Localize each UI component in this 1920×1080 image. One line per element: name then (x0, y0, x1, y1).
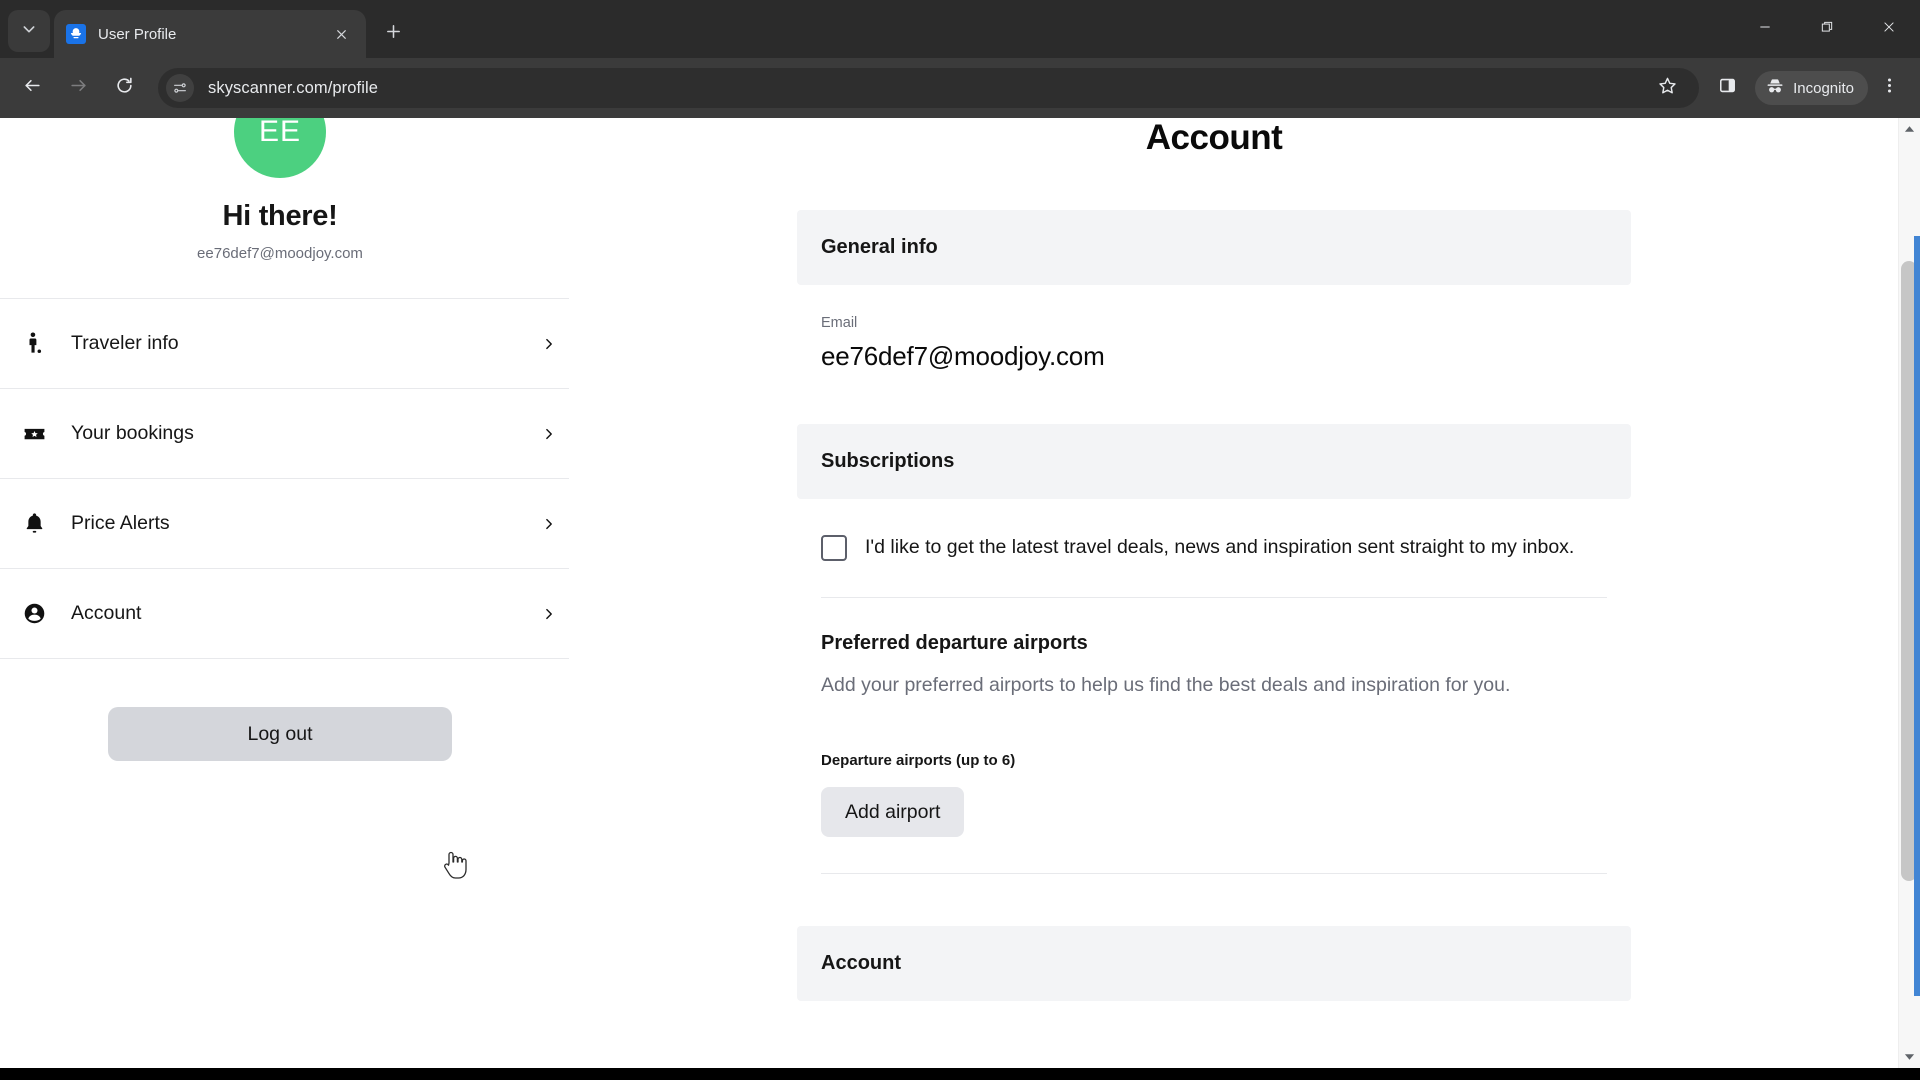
ticket-icon (19, 421, 49, 446)
account-section-heading: Account (797, 926, 1631, 1002)
focus-edge-indicator (1914, 236, 1920, 996)
profile-page: EE Hi there! ee76def7@moodjoy.com Travel… (0, 118, 1920, 1068)
side-panel-icon (1718, 76, 1737, 100)
tune-icon[interactable] (166, 74, 194, 102)
close-icon[interactable] (328, 21, 354, 47)
avatar: EE (234, 118, 326, 178)
close-icon (1882, 20, 1896, 39)
divider (821, 873, 1607, 875)
chevron-right-icon (537, 605, 559, 623)
new-tab-button[interactable] (374, 15, 412, 53)
bottom-bar (0, 1068, 1920, 1080)
scroll-down-button[interactable] (1899, 1046, 1920, 1068)
sidebar-item-account[interactable]: Account (0, 569, 569, 659)
page-title: Account (1145, 118, 1283, 157)
traveler-icon (19, 331, 49, 356)
star-icon (1658, 76, 1677, 100)
account-content: Account General info Email ee76def7@mood… (560, 118, 1898, 1068)
chevron-right-icon (537, 335, 559, 353)
sidebar-nav: Traveler info Your bookings Price Alerts… (0, 298, 569, 659)
incognito-indicator[interactable]: Incognito (1755, 71, 1868, 105)
address-bar[interactable]: skyscanner.com/profile (158, 68, 1700, 108)
sidebar-item-price-alerts[interactable]: Price Alerts (0, 479, 569, 569)
account-panel: Account General info Email ee76def7@mood… (797, 118, 1631, 1002)
close-button[interactable] (1858, 0, 1920, 58)
scroll-up-button[interactable] (1899, 118, 1920, 140)
minimize-icon (1758, 20, 1772, 39)
email-label: Email (821, 315, 858, 331)
chevron-down-icon (21, 21, 37, 42)
incognito-label: Incognito (1793, 79, 1854, 97)
sidebar-item-label: Traveler info (71, 332, 179, 354)
back-button[interactable] (12, 68, 52, 108)
reload-button[interactable] (104, 68, 144, 108)
window-controls (1734, 0, 1920, 58)
arrow-right-icon (69, 76, 88, 100)
browser-window: User Profile skyscanner.com/profile Inco… (0, 0, 1920, 1080)
subscriptions-heading: Subscriptions (797, 424, 1631, 499)
departure-airports-label: Departure airports (up to 6) (821, 752, 1016, 770)
tab-search-button[interactable] (8, 10, 50, 52)
skyscanner-favicon (66, 24, 86, 44)
url-text: skyscanner.com/profile (208, 78, 379, 97)
profile-sidebar: EE Hi there! ee76def7@moodjoy.com Travel… (0, 118, 569, 1068)
preferred-airports-heading: Preferred departure airports (821, 632, 1088, 655)
greeting-text: Hi there! (222, 200, 338, 232)
sidebar-item-label: Account (71, 602, 142, 624)
bell-icon (19, 511, 49, 536)
caret-up-icon (1904, 120, 1915, 138)
arrow-left-icon (23, 76, 42, 100)
chevron-right-icon (537, 425, 559, 443)
side-panel-button[interactable] (1707, 68, 1747, 108)
sidebar-item-traveler-info[interactable]: Traveler info (0, 299, 569, 389)
browser-toolbar: skyscanner.com/profile Incognito (0, 58, 1920, 118)
email-field-block: Email ee76def7@moodjoy.com (797, 285, 1631, 372)
incognito-icon (1765, 76, 1793, 100)
minimize-button[interactable] (1734, 0, 1796, 58)
newsletter-checkbox[interactable] (821, 535, 847, 561)
forward-button[interactable] (58, 68, 98, 108)
sidebar-item-label: Price Alerts (71, 512, 170, 534)
sidebar-email: ee76def7@moodjoy.com (197, 245, 363, 262)
omnibox-actions (1647, 68, 1693, 108)
sidebar-item-your-bookings[interactable]: Your bookings (0, 389, 569, 479)
reload-icon (115, 76, 134, 100)
tab-strip: User Profile (0, 0, 1920, 58)
sidebar-item-label: Your bookings (71, 422, 194, 444)
chevron-right-icon (537, 515, 559, 533)
email-value: ee76def7@moodjoy.com (821, 341, 1105, 371)
newsletter-label: I'd like to get the latest travel deals,… (865, 536, 1575, 558)
add-airport-button[interactable]: Add airport (821, 787, 965, 838)
caret-down-icon (1904, 1048, 1915, 1066)
account-circle-icon (19, 601, 49, 626)
tab-title: User Profile (98, 25, 177, 43)
log-out-button[interactable]: Log out (108, 707, 452, 761)
general-info-heading: General info (797, 210, 1631, 285)
chrome-menu-button[interactable] (1870, 68, 1908, 108)
browser-tab[interactable]: User Profile (54, 10, 366, 58)
newsletter-row[interactable]: I'd like to get the latest travel deals,… (797, 499, 1631, 561)
plus-icon (385, 23, 402, 45)
maximize-button[interactable] (1796, 0, 1858, 58)
page-viewport: EE Hi there! ee76def7@moodjoy.com Travel… (0, 118, 1920, 1068)
three-dots-icon (1880, 76, 1899, 100)
preferred-airports-description: Add your preferred airports to help us f… (821, 674, 1511, 697)
bookmark-button[interactable] (1647, 68, 1687, 108)
restore-icon (1820, 20, 1834, 39)
